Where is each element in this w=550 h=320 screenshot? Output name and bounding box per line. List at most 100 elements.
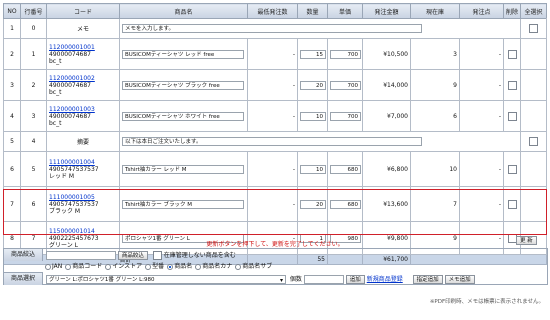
product-name-input[interactable]: Tshirt袖カラー レッド M xyxy=(122,164,244,174)
delete-checkbox[interactable] xyxy=(507,49,517,59)
variant-code: bc_t xyxy=(49,57,62,65)
product-code-link[interactable]: 112000001002 xyxy=(49,75,95,82)
search-field-option[interactable]: 商品名サブ xyxy=(232,263,272,270)
order-point: - xyxy=(459,186,504,222)
table-row: 3 2 112000001002 49000074687 bc_t BUSICOMティーシ… xyxy=(3,69,547,101)
variant-code: bc_t xyxy=(49,119,62,127)
jan-code: 49000074687 xyxy=(49,50,91,58)
delete-cell xyxy=(520,131,547,152)
col-code: コード xyxy=(46,3,120,19)
price-input[interactable]: 700 xyxy=(330,49,361,59)
product-name-input[interactable]: BUSICOMティーシャツ ホワイト free xyxy=(122,111,244,121)
include-unmanaged-label: 在庫管理しない商品を含む xyxy=(163,252,236,259)
price-input[interactable]: 700 xyxy=(330,80,361,90)
add-button[interactable]: 追加 xyxy=(345,275,365,284)
qty-input[interactable]: 10 xyxy=(300,164,326,174)
code-cell: 112000001003 49000074687 bc_t xyxy=(46,100,120,132)
qty-input[interactable]: 15 xyxy=(300,49,326,59)
qty-cell: 20 xyxy=(297,186,328,222)
row-line: 2 xyxy=(20,69,47,101)
order-point: - xyxy=(459,69,504,101)
name-cell: Tshirt袖カラー ブラック M xyxy=(119,186,248,222)
radio-icon[interactable] xyxy=(105,263,112,270)
delete-checkbox[interactable] xyxy=(529,24,538,33)
qty-input[interactable]: 10 xyxy=(300,111,326,121)
select-all-button[interactable]: 全選択 xyxy=(520,3,547,19)
price-input[interactable]: 680 xyxy=(330,199,361,209)
radio-icon[interactable] xyxy=(45,263,51,270)
radio-label: 商品名カナ xyxy=(202,263,233,270)
product-name-input[interactable]: BUSICOMティーシャツ ブラック free xyxy=(122,80,244,90)
product-code-link[interactable]: 112000001001 xyxy=(49,44,95,51)
product-select[interactable]: グリーン L:ポロシャツ1番 グリーン L:980 xyxy=(46,275,286,285)
qty-input[interactable]: 20 xyxy=(300,199,326,209)
radio-label: JAN xyxy=(52,263,63,270)
radio-label: 商品名 xyxy=(174,263,193,270)
amount-cell: ¥7,000 xyxy=(362,100,411,132)
delete-checkbox[interactable] xyxy=(507,111,517,121)
product-code-link[interactable]: 112000001003 xyxy=(49,106,95,113)
col-qty: 数量 xyxy=(297,3,328,19)
search-field-option[interactable]: 商品名 xyxy=(164,263,192,270)
radio-label: 商品名サブ xyxy=(242,263,273,270)
product-code-link[interactable]: 115000001014 xyxy=(49,228,95,235)
product-name-input[interactable]: BUSICOMティーシャツ レッド free xyxy=(122,49,244,59)
search-field-option[interactable]: 型番 xyxy=(142,263,164,270)
price-input[interactable]: 700 xyxy=(330,111,361,121)
include-unmanaged-checkbox[interactable] xyxy=(152,251,162,260)
radio-icon[interactable] xyxy=(195,263,202,270)
narrow-button[interactable]: 商品絞込 xyxy=(117,251,148,260)
search-field-option[interactable]: 商品コード xyxy=(62,263,102,270)
price-cell: 700 xyxy=(327,38,363,70)
pdf-footnote: ※PDF印刷時、メモは帳票に表示されません。 xyxy=(429,299,544,305)
col-point: 発注点 xyxy=(459,3,504,19)
radio-icon[interactable] xyxy=(235,263,242,270)
variant-code: bc_t xyxy=(49,88,62,96)
row-type: 摘要 xyxy=(76,139,89,146)
register-product-link[interactable]: 新規商品登録 xyxy=(367,276,403,283)
row-no: 7 xyxy=(3,186,21,222)
qty-cell: 10 xyxy=(297,151,328,187)
search-field-option[interactable]: インストア xyxy=(102,263,142,270)
search-input[interactable] xyxy=(46,251,116,260)
table-row: 6 5 111000001004 4905747537537 レッド M Tshirt袖カ… xyxy=(3,151,547,187)
order-point: - xyxy=(459,151,504,187)
table-row: 5 4 摘要 以下は本日ご注文いたします。 xyxy=(3,131,547,152)
row-type: メモ xyxy=(76,26,89,33)
product-name-input[interactable]: メモを入力します。 xyxy=(122,24,422,33)
radio-icon[interactable] xyxy=(167,263,174,270)
product-name-input[interactable]: Tshirt袖カラー ブラック M xyxy=(122,199,244,209)
search-panel: 商品絞込 商品絞込 在庫管理しない商品を含む JAN 商品コード インストア 型番 商品… xyxy=(3,248,548,285)
row-no: 5 xyxy=(3,131,21,152)
delete-cell xyxy=(503,38,521,70)
stock-cell: 6 xyxy=(410,100,460,132)
radio-icon[interactable] xyxy=(145,263,152,270)
stock-cell: 9 xyxy=(410,69,460,101)
row-line: 4 xyxy=(20,131,47,152)
jan-code: 4905747537537 xyxy=(49,165,99,173)
delete-checkbox[interactable] xyxy=(507,164,517,174)
stock-cell: 3 xyxy=(410,38,460,70)
specified-add-button[interactable]: 指定追加 xyxy=(412,275,443,284)
product-code-link[interactable]: 111000001004 xyxy=(49,159,95,166)
update-button[interactable]: 更 新 xyxy=(516,236,537,245)
search-field-option[interactable]: JAN xyxy=(42,263,62,270)
delete-checkbox[interactable] xyxy=(507,80,517,90)
price-input[interactable]: 680 xyxy=(330,164,361,174)
qty-input[interactable]: 20 xyxy=(300,80,326,90)
memo-add-button[interactable]: メモ追加 xyxy=(444,275,475,284)
col-stock: 現在庫 xyxy=(410,3,460,19)
product-name-input[interactable]: 以下は本日ご注文いたします。 xyxy=(122,137,422,146)
delete-checkbox[interactable] xyxy=(507,199,517,209)
search-field-option[interactable]: 商品名カナ xyxy=(192,263,232,270)
delete-checkbox[interactable] xyxy=(529,137,538,146)
radio-icon[interactable] xyxy=(65,263,72,270)
order-table: NO 行番号 コード 商品名 最低発注数 数量 単価 発注金額 現在庫 発注点 … xyxy=(3,3,547,265)
min-order: - xyxy=(247,69,298,101)
delete-cell xyxy=(503,69,521,101)
product-code-link[interactable]: 111000001005 xyxy=(49,194,95,201)
row-line: 6 xyxy=(20,186,47,222)
stock-cell: 10 xyxy=(410,151,460,187)
update-message: 更新ボタンを押下して、更新を完了してください。 xyxy=(206,241,344,248)
qty-input[interactable] xyxy=(303,275,344,284)
